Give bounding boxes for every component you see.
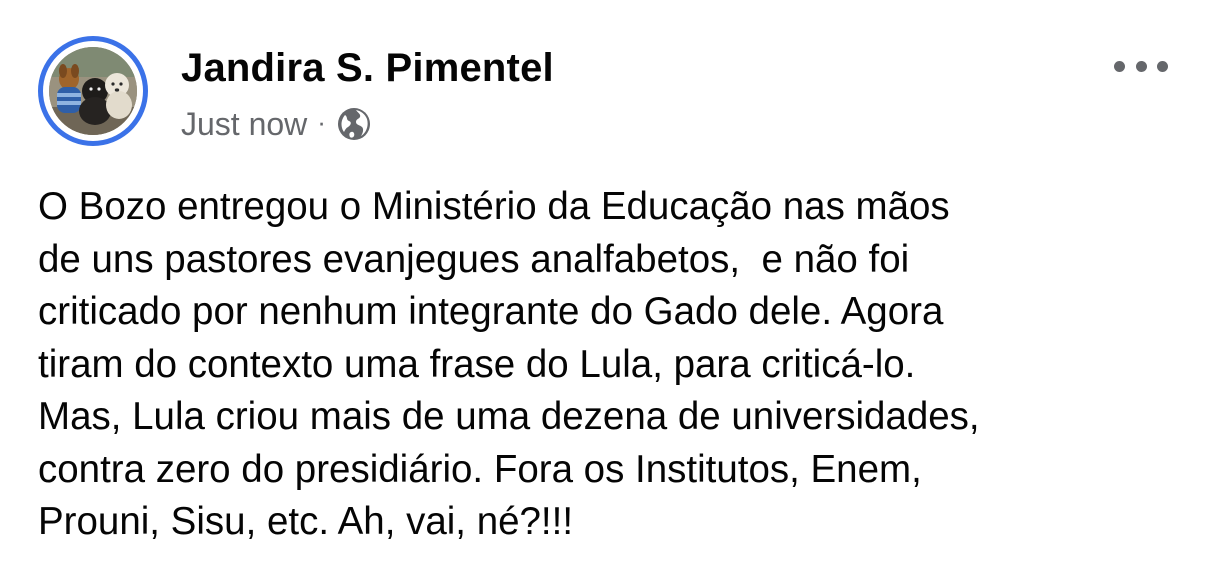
post-text-line: de uns pastores evanjegues analfabetos, … [38, 237, 910, 281]
post-text-line: Mas, Lula criou mais de uma dezena de un… [38, 395, 980, 438]
post-text-line: criticado por nenhum integrante do Gado … [38, 290, 944, 333]
post-text-line: Prouni, Sisu, etc. Ah, vai, né?!!! [38, 500, 574, 543]
globe-icon[interactable] [336, 106, 372, 142]
author-avatar[interactable] [38, 36, 148, 146]
post-text: O Bozo entregou o Ministério da Educação… [38, 181, 1178, 549]
more-dot [1157, 60, 1168, 72]
more-dot [1114, 60, 1125, 72]
more-options-icon[interactable] [1114, 54, 1168, 78]
post-text-line: tiram do contexto uma frase do Lula, par… [38, 342, 916, 386]
dogs-photo-icon [49, 47, 137, 135]
author-name[interactable]: Jandira S. Pimentel [181, 46, 554, 91]
post-text-line: O Bozo entregou o Ministério da Educação… [38, 185, 950, 228]
meta-separator: · [317, 106, 326, 137]
avatar-photo [49, 47, 137, 135]
post-header: Jandira S. Pimentel Just now · [38, 36, 1168, 154]
post-text-line: contra zero do presidiário. Fora os Inst… [38, 447, 922, 491]
facebook-post: Jandira S. Pimentel Just now · O Bozo en… [0, 0, 1206, 568]
post-timestamp[interactable]: Just now [181, 106, 307, 143]
more-dot [1135, 60, 1147, 72]
post-meta: Just now · [181, 104, 372, 144]
